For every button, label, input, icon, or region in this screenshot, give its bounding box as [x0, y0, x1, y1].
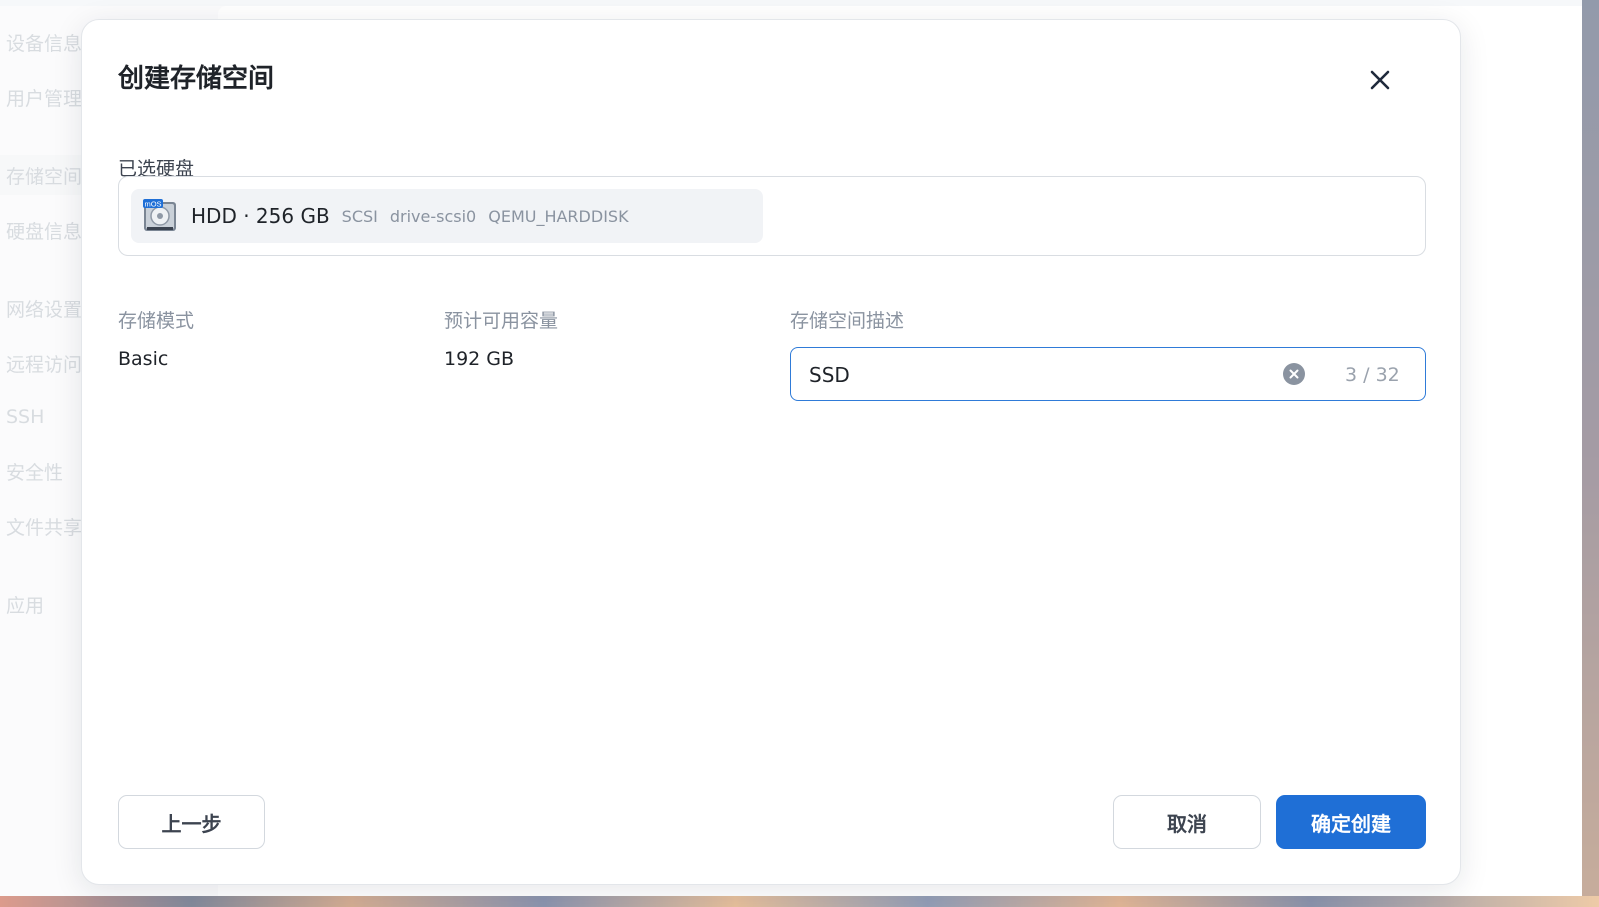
disk-interface: SCSI	[341, 206, 378, 226]
disk-badge-text: mOS	[144, 200, 161, 209]
clear-icon	[1289, 369, 1299, 379]
storage-mode-value: Basic	[118, 348, 169, 370]
description-label: 存储空间描述	[790, 310, 905, 332]
back-button[interactable]: 上一步	[118, 795, 265, 849]
confirm-create-button[interactable]: 确定创建	[1276, 795, 1426, 849]
clear-input-button[interactable]	[1283, 363, 1305, 385]
disk-model: QEMU_HARDDISK	[488, 206, 629, 226]
close-icon	[1370, 70, 1390, 90]
description-field: 3 / 32	[790, 347, 1426, 401]
storage-mode-label: 存储模式	[118, 310, 195, 332]
char-counter: 3 / 32	[1345, 364, 1400, 386]
dialog-title: 创建存储空间	[118, 64, 275, 94]
description-input[interactable]	[809, 360, 1269, 390]
close-button[interactable]	[1362, 62, 1398, 98]
disk-device: drive-scsi0	[389, 206, 477, 226]
hdd-icon: mOS	[143, 199, 177, 233]
cancel-button[interactable]: 取消	[1113, 795, 1261, 849]
disk-item: mOS HDD · 256 GB SCSI drive-scsi0 QEMU_H…	[131, 189, 763, 243]
selected-disks-box: mOS HDD · 256 GB SCSI drive-scsi0 QEMU_H…	[118, 176, 1426, 256]
capacity-label: 预计可用容量	[444, 310, 559, 332]
create-storage-dialog: 创建存储空间 已选硬盘 mOS HDD · 256 GB SCSI drive-…	[81, 19, 1461, 885]
capacity-value: 192 GB	[444, 348, 515, 370]
disk-summary: HDD · 256 GB	[191, 204, 330, 228]
